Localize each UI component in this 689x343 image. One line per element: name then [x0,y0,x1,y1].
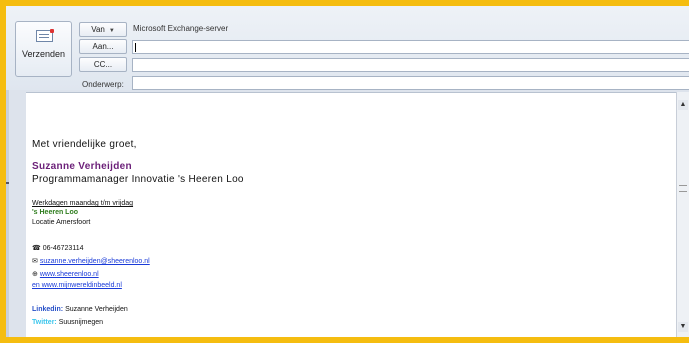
scroll-up-icon[interactable]: ▲ [678,100,688,110]
twitter-value: Suusnijmegen [56,319,104,326]
to-button[interactable]: Aan... [79,39,127,54]
linkedin-label: Linkedin: [32,306,64,313]
signature-role: Programmamanager Innovatie 's Heeren Loo [32,174,244,185]
scroll-grip-icon[interactable] [679,185,687,192]
phone-icon: ☎ [32,245,41,252]
signature-phone: ☎ 06-46723114 [32,244,83,252]
compose-window: Verzenden Van ▼ Microsoft Exchange-server… [6,6,689,337]
signature-org: 's Heeren Loo [32,209,79,216]
message-header: Verzenden Van ▼ Microsoft Exchange-server… [6,6,689,90]
vertical-scrollbar[interactable]: ▲ ▼ [676,92,689,337]
linkedin-value: Suzanne Verheijden [63,306,128,313]
signature-location: Locatie Amersfoort [32,219,91,226]
send-mail-icon [36,29,54,42]
signature-phone-number: 06-46723114 [42,245,84,252]
chevron-down-icon: ▼ [108,28,115,34]
send-button-label: Verzenden [21,49,66,59]
cc-field[interactable] [132,58,689,72]
signature-workdays: Werkdagen maandag t/m vrijdag [32,200,134,207]
envelope-icon: ✉ [32,258,38,265]
subject-field[interactable] [132,76,689,90]
signature-greeting: Met vriendelijke groet, [32,139,137,150]
twitter-label: Twitter: [32,319,57,326]
signature-website-2: en www.mijnwereldinbeeld.nl [32,282,122,289]
from-button-label: Van [91,25,105,34]
from-account: Microsoft Exchange-server [133,24,229,33]
signature-website: ⊕ www.sheerenloo.nl [32,270,99,278]
to-field[interactable] [132,40,689,54]
scroll-down-icon[interactable]: ▼ [678,322,688,332]
email-link[interactable]: suzanne.verheijden@sheerenloo.nl [40,258,150,265]
signature-linkedin: Linkedin: Suzanne Verheijden [32,306,128,313]
website-link-2[interactable]: en www.mijnwereldinbeeld.nl [32,282,122,289]
cc-button[interactable]: CC... [79,57,127,72]
from-button[interactable]: Van ▼ [79,22,127,37]
globe-icon: ⊕ [32,271,38,278]
text-cursor [135,43,136,52]
subject-label: Onderwerp: [82,80,124,89]
message-body[interactable]: Met vriendelijke groet, Suzanne Verheijd… [26,92,689,337]
signature-email: ✉ suzanne.verheijden@sheerenloo.nl [32,257,150,265]
website-link[interactable]: www.sheerenloo.nl [40,271,99,278]
send-button[interactable]: Verzenden [15,21,72,77]
signature-name: Suzanne Verheijden [32,161,132,172]
signature-twitter: Twitter: Suusnijmegen [32,319,103,326]
